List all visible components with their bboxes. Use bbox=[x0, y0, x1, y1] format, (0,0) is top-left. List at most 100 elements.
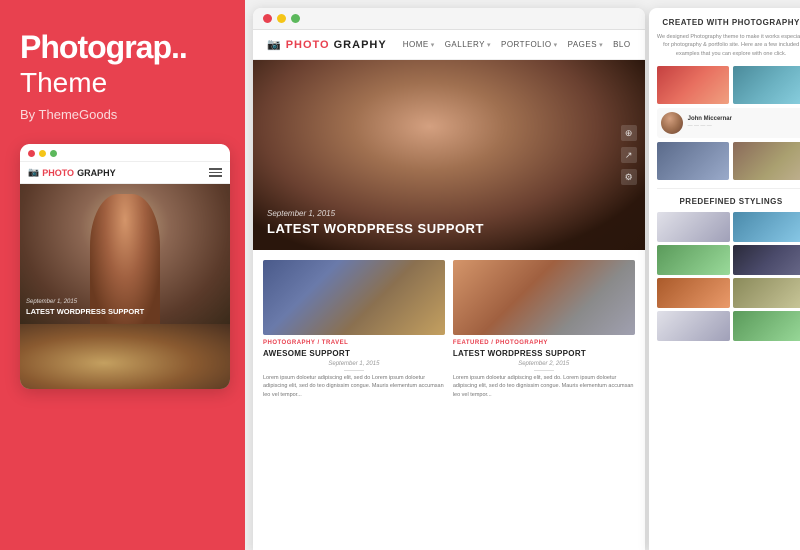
theme-title: Photograp.. bbox=[20, 30, 225, 65]
post-title-2[interactable]: LATEST WORDPRESS SUPPORT bbox=[453, 349, 635, 358]
post-category-2: FEATURED / PHOTOGRAPHY bbox=[453, 340, 635, 346]
mobile-hero-headline: LATEST WORDPRESS SUPPORT bbox=[26, 307, 224, 316]
browser-dot-red bbox=[263, 14, 272, 23]
nav-pages-label: PAGES bbox=[568, 40, 597, 49]
post-date-1: September 1, 2015 bbox=[263, 361, 445, 367]
post-meta-2: FEATURED / PHOTOGRAPHY LATEST WORDPRESS … bbox=[453, 340, 635, 399]
nav-blog[interactable]: BLO bbox=[613, 40, 631, 49]
mobile-hero: September 1, 2015 LATEST WORDPRESS SUPPO… bbox=[20, 184, 230, 324]
nav-portfolio[interactable]: PORTFOLIO ▾ bbox=[501, 40, 558, 49]
nav-home-label: HOME bbox=[403, 40, 429, 49]
mobile-logo-normal: GRAPHY bbox=[77, 168, 116, 178]
site-nav: 📷 PHOTO GRAPHY HOME ▾ GALLERY ▾ PORTFOLIO… bbox=[253, 30, 645, 60]
post-image-2 bbox=[453, 260, 635, 335]
site-hero-text: September 1, 2015 LATEST WORDPRESS SUPPO… bbox=[267, 209, 484, 236]
nav-blog-label: BLO bbox=[613, 40, 631, 49]
hero-icon-search[interactable]: ⊕ bbox=[621, 125, 637, 141]
styling-row-3 bbox=[657, 278, 800, 308]
nav-home-arrow: ▾ bbox=[431, 41, 435, 49]
right-section: 📷 PHOTO GRAPHY HOME ▾ GALLERY ▾ PORTFOLIO… bbox=[245, 0, 800, 550]
hamburger-icon[interactable] bbox=[209, 168, 222, 177]
styling-thumb-4[interactable] bbox=[733, 245, 800, 275]
nav-pages[interactable]: PAGES ▾ bbox=[568, 40, 604, 49]
mobile-hero-date: September 1, 2015 bbox=[26, 299, 224, 305]
hero-icon-share[interactable]: ↗ bbox=[621, 147, 637, 163]
sidebar-divider bbox=[657, 188, 800, 189]
browser-preview: 📷 PHOTO GRAPHY HOME ▾ GALLERY ▾ PORTFOLIO… bbox=[253, 8, 645, 550]
mobile-logo: 📷 PHOTOGRAPHY bbox=[28, 167, 116, 178]
nav-gallery-arrow: ▾ bbox=[487, 41, 491, 49]
mobile-nav: 📷 PHOTOGRAPHY bbox=[20, 162, 230, 184]
by-line: By ThemeGoods bbox=[20, 107, 225, 122]
browser-topbar bbox=[253, 8, 645, 30]
posts-grid: PHOTOGRAPHY / TRAVEL AWESOME SUPPORT Sep… bbox=[253, 250, 645, 550]
styling-row-2 bbox=[657, 245, 800, 275]
hero-icons: ⊕ ↗ ⚙ bbox=[621, 125, 637, 185]
camera-icon: 📷 bbox=[28, 167, 39, 178]
post-card-2: FEATURED / PHOTOGRAPHY LATEST WORDPRESS … bbox=[453, 260, 635, 544]
styling-thumb-1[interactable] bbox=[657, 212, 730, 242]
post-title-1[interactable]: AWESOME SUPPORT bbox=[263, 349, 445, 358]
mobile-bottom-image-inner bbox=[20, 324, 230, 389]
styling-thumb-5[interactable] bbox=[657, 278, 730, 308]
site-logo: 📷 PHOTO GRAPHY bbox=[267, 38, 387, 51]
mobile-dot-yellow bbox=[39, 150, 46, 157]
browser-dots bbox=[263, 14, 300, 23]
post-divider-1 bbox=[344, 370, 364, 371]
sidebar-created-desc: We designed Photography theme to make it… bbox=[657, 33, 800, 58]
mobile-dots bbox=[28, 150, 57, 157]
mobile-logo-bold: PHOTO bbox=[42, 168, 74, 178]
site-nav-links: HOME ▾ GALLERY ▾ PORTFOLIO ▾ PAGES ▾ bbox=[403, 40, 631, 49]
sidebar-thumb-3[interactable] bbox=[657, 142, 730, 180]
sidebar-thumb-1[interactable] bbox=[657, 66, 730, 104]
mobile-hero-text: September 1, 2015 LATEST WORDPRESS SUPPO… bbox=[26, 299, 224, 316]
sidebar-thumbs-row-2 bbox=[657, 142, 800, 180]
post-meta-1: PHOTOGRAPHY / TRAVEL AWESOME SUPPORT Sep… bbox=[263, 340, 445, 399]
site-logo-bold: PHOTO bbox=[286, 39, 330, 51]
nav-home[interactable]: HOME ▾ bbox=[403, 40, 435, 49]
nav-portfolio-arrow: ▾ bbox=[554, 41, 558, 49]
styling-thumb-8[interactable] bbox=[733, 311, 800, 341]
theme-subtitle: Theme bbox=[20, 67, 225, 99]
person-avatar bbox=[661, 112, 683, 134]
site-camera-icon: 📷 bbox=[267, 38, 282, 51]
post-excerpt-2: Lorem ipsum doloetur adipiscing elit, se… bbox=[453, 374, 635, 399]
preview-sidebar: CREATED WITH PHOTOGRAPHY We designed Pho… bbox=[649, 8, 800, 550]
styling-thumb-7[interactable] bbox=[657, 311, 730, 341]
styling-thumb-6[interactable] bbox=[733, 278, 800, 308]
styling-row-4 bbox=[657, 311, 800, 341]
post-category-1: PHOTOGRAPHY / TRAVEL bbox=[263, 340, 445, 346]
person-name: John Miccernar bbox=[688, 116, 800, 122]
mobile-topbar bbox=[20, 144, 230, 162]
styling-thumbs bbox=[657, 212, 800, 341]
browser-dot-green bbox=[291, 14, 300, 23]
post-date-2: September 2, 2015 bbox=[453, 361, 635, 367]
person-desc: — — — — bbox=[688, 123, 800, 129]
nav-gallery[interactable]: GALLERY ▾ bbox=[445, 40, 491, 49]
post-excerpt-1: Lorem ipsum doloetur adipiscing elit, se… bbox=[263, 374, 445, 399]
person-card: John Miccernar — — — — bbox=[657, 108, 800, 138]
site-hero-date: September 1, 2015 bbox=[267, 209, 484, 218]
post-image-1 bbox=[263, 260, 445, 335]
person-info: John Miccernar — — — — bbox=[688, 116, 800, 129]
left-panel: Photograp.. Theme By ThemeGoods 📷 PHOTOG… bbox=[0, 0, 245, 550]
hero-icon-adjust[interactable]: ⚙ bbox=[621, 169, 637, 185]
browser-dot-yellow bbox=[277, 14, 286, 23]
site-hero: ⊕ ↗ ⚙ September 1, 2015 LATEST WORDPRESS… bbox=[253, 60, 645, 250]
site-logo-normal: GRAPHY bbox=[334, 39, 387, 51]
mobile-dot-red bbox=[28, 150, 35, 157]
site-hero-headline: LATEST WORDPRESS SUPPORT bbox=[267, 221, 484, 236]
mobile-bottom-image bbox=[20, 324, 230, 389]
styling-thumb-2[interactable] bbox=[733, 212, 800, 242]
post-card-1: PHOTOGRAPHY / TRAVEL AWESOME SUPPORT Sep… bbox=[263, 260, 445, 544]
sidebar-thumb-4[interactable] bbox=[733, 142, 800, 180]
sidebar-predefined-title: PREDEFINED STYLINGS bbox=[657, 197, 800, 206]
sidebar-thumb-2[interactable] bbox=[733, 66, 800, 104]
mobile-preview: 📷 PHOTOGRAPHY September 1, 2015 LATEST W… bbox=[20, 144, 230, 389]
sidebar-thumbs-row-1 bbox=[657, 66, 800, 104]
sidebar-created-title: CREATED WITH PHOTOGRAPHY bbox=[657, 18, 800, 27]
post-divider-2 bbox=[534, 370, 554, 371]
mobile-dot-green bbox=[50, 150, 57, 157]
styling-row-1 bbox=[657, 212, 800, 242]
styling-thumb-3[interactable] bbox=[657, 245, 730, 275]
